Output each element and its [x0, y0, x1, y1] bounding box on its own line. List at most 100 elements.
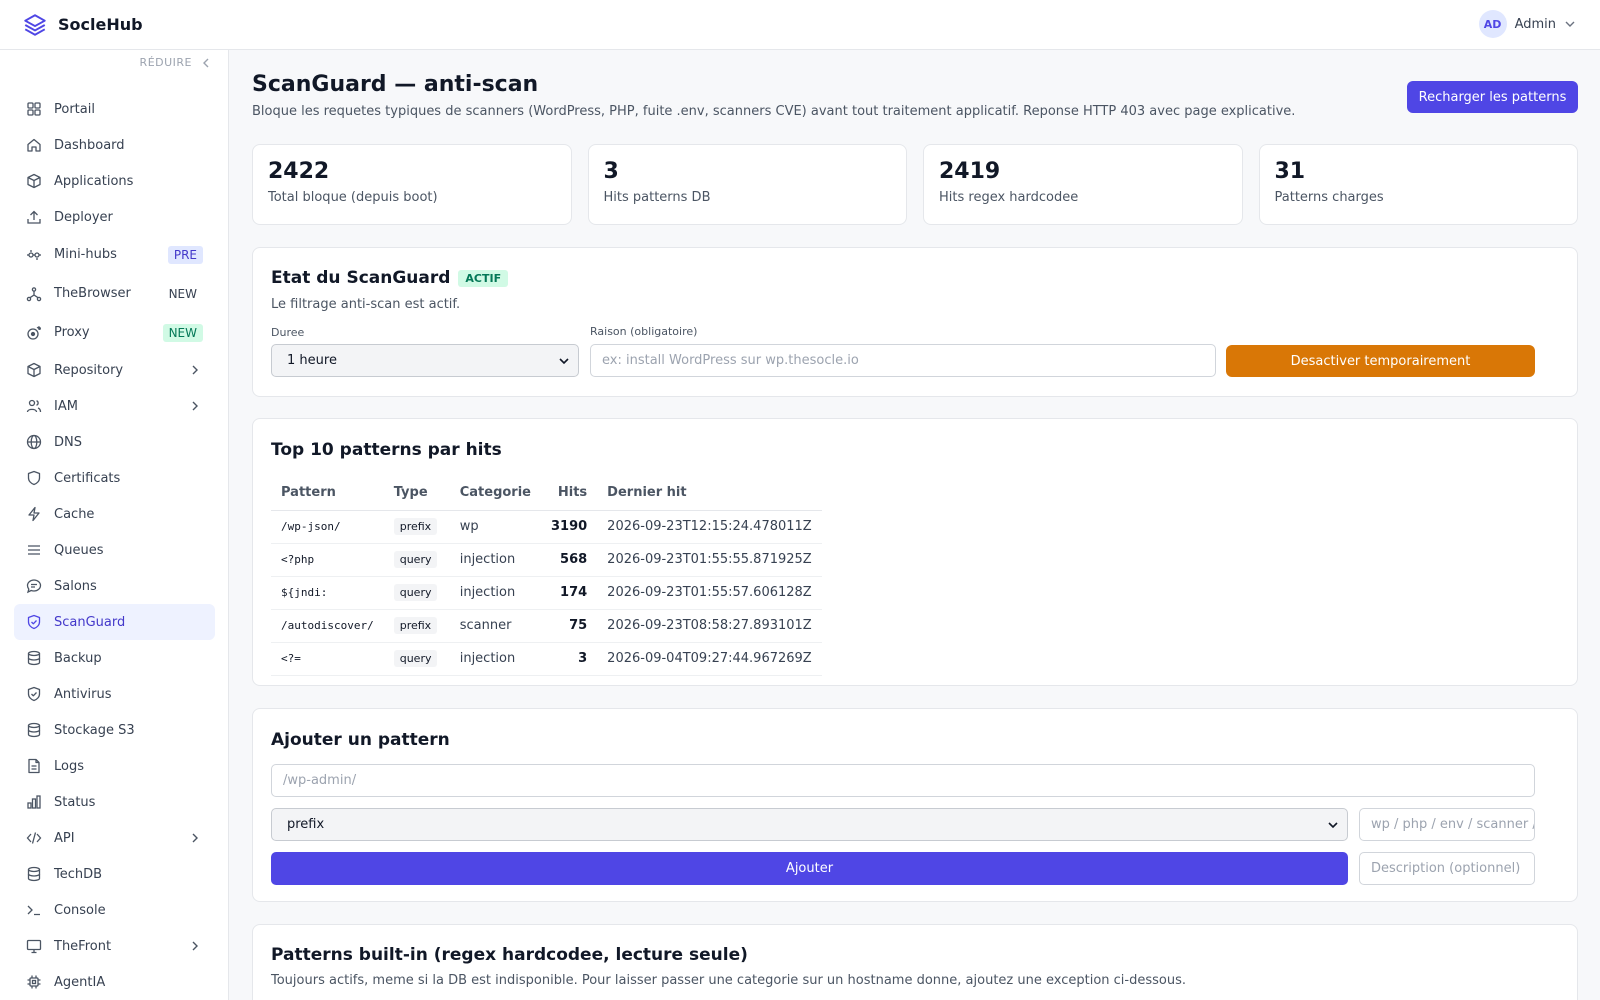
sidebar-item-certificats[interactable]: Certificats	[14, 460, 215, 496]
collapse-label: RÉDUIRE	[139, 56, 192, 69]
duration-label: Duree	[271, 326, 305, 339]
description-input[interactable]: Description (optionnel)	[1359, 852, 1535, 885]
collapse-sidebar-button[interactable]: RÉDUIRE	[140, 56, 212, 69]
sidebar-item-api[interactable]: API	[14, 820, 215, 856]
sidebar-item-label: DNS	[54, 434, 82, 450]
sidebar-item-label: Certificats	[54, 470, 121, 486]
sidebar-item-label: Proxy	[54, 325, 90, 340]
pattern-input[interactable]: /wp-admin/	[271, 764, 1535, 797]
last-hit-cell: 2026-09-04T09:27:44.967269Z	[597, 642, 822, 676]
sidebar-item-label: Mini-hubs	[54, 247, 117, 262]
sidebar-item-portail[interactable]: Portail	[14, 91, 215, 127]
database-icon	[27, 722, 41, 738]
add-pattern-button[interactable]: Ajouter	[271, 852, 1348, 885]
top-patterns-card: Top 10 patterns par hits Pattern Type Ca…	[252, 418, 1578, 686]
sidebar-item-deployer[interactable]: Deployer	[14, 199, 215, 235]
type-cell: query	[383, 543, 450, 577]
reason-input[interactable]: ex: install WordPress sur wp.thesocle.io	[590, 344, 1216, 377]
layers-logo-icon	[24, 13, 46, 36]
type-value: prefix	[287, 817, 325, 832]
stat-value: 3	[603, 159, 619, 184]
chat-icon	[26, 579, 42, 594]
sidebar-item-iam[interactable]: IAM	[14, 388, 215, 424]
sidebar-item-scanguard[interactable]: ScanGuard	[14, 604, 215, 640]
sidebar-item-label: Salons	[54, 578, 97, 594]
category-cell: injection	[449, 642, 541, 676]
type-pill: query	[393, 551, 438, 568]
type-cell: prefix	[383, 609, 450, 643]
chevron-right-icon	[192, 833, 198, 843]
sidebar-item-mini-hubs[interactable]: Mini-hubs PRE	[14, 235, 215, 274]
stat-label: Hits regex hardcodee	[939, 190, 1079, 205]
hits-cell: 75	[540, 609, 598, 643]
file-icon	[28, 758, 40, 774]
state-title-text: Etat du ScanGuard	[271, 268, 451, 288]
sidebar-item-repository[interactable]: Repository	[14, 352, 215, 388]
sidebar-item-backup[interactable]: Backup	[14, 640, 215, 676]
globe-icon	[26, 434, 42, 450]
sidebar-item-antivirus[interactable]: Antivirus	[14, 676, 215, 712]
type-select[interactable]: prefix	[271, 808, 1348, 841]
sidebar-item-queues[interactable]: Queues	[14, 532, 215, 568]
brand[interactable]: SocleHub	[22, 12, 143, 38]
column-header: Pattern	[271, 475, 384, 511]
user-menu[interactable]: AD Admin	[1478, 10, 1576, 38]
sidebar-item-label: API	[54, 830, 75, 846]
sidebar-item-thebrowser[interactable]: TheBrowser NEW	[14, 274, 215, 313]
sidebar-item-techdb[interactable]: TechDB	[14, 856, 215, 892]
stat-value: 31	[1274, 159, 1306, 184]
chevron-right-icon	[192, 401, 198, 411]
type-cell: prefix	[383, 510, 450, 544]
top-bar: SocleHub AD Admin	[0, 0, 1600, 50]
avatar: AD	[1478, 10, 1507, 38]
package-icon	[27, 362, 41, 378]
table-row: /autodiscover/ prefix scanner 75 2026-09…	[271, 609, 822, 643]
table-row: <?php query injection 568 2026-09-23T01:…	[271, 543, 822, 577]
sidebar-item-applications[interactable]: Applications	[14, 163, 215, 199]
sidebar-item-console[interactable]: Console	[14, 892, 215, 928]
stat-card-db-hits: 3 Hits patterns DB	[587, 144, 907, 225]
top-patterns-table: Pattern Type Categorie Hits Dernier hit …	[271, 475, 822, 676]
sidebar-item-agentia[interactable]: AgentIA	[14, 964, 215, 1000]
monitor-icon	[26, 939, 42, 954]
sidebar-item-stockage-s3[interactable]: Stockage S3	[14, 712, 215, 748]
sidebar-item-label: TheFront	[54, 938, 112, 954]
cpu-icon	[27, 975, 41, 989]
shield-icon	[27, 470, 41, 486]
sidebar-item-logs[interactable]: Logs	[14, 748, 215, 784]
sidebar-item-status[interactable]: Status	[14, 784, 215, 820]
shield-check-icon	[27, 686, 41, 702]
upload-icon	[27, 210, 41, 224]
home-icon	[27, 138, 41, 152]
menu-icon	[28, 545, 40, 555]
category-input[interactable]: wp / php / env / scanner / ...	[1359, 808, 1535, 841]
type-pill: prefix	[393, 518, 438, 535]
users-icon	[26, 399, 42, 413]
category-cell: injection	[449, 576, 541, 610]
sidebar-item-dashboard[interactable]: Dashboard	[14, 127, 215, 163]
sidebar-item-label: TheBrowser	[54, 286, 131, 301]
user-name: Admin	[1514, 16, 1556, 32]
sidebar-item-cache[interactable]: Cache	[14, 496, 215, 532]
pattern-cell: <?=	[271, 642, 384, 676]
column-header: Dernier hit	[597, 475, 822, 511]
radar-icon	[27, 325, 41, 340]
duration-select[interactable]: 1 heure	[271, 344, 579, 377]
sidebar-item-dns[interactable]: DNS	[14, 424, 215, 460]
disable-temporarily-button[interactable]: Desactiver temporairement	[1226, 345, 1535, 377]
sidebar-item-label: Status	[54, 794, 96, 810]
hits-cell: 174	[540, 576, 598, 610]
sidebar-item-thefront[interactable]: TheFront	[14, 928, 215, 964]
sidebar-item-label: Antivirus	[54, 686, 112, 702]
reload-patterns-button[interactable]: Recharger les patterns	[1407, 81, 1578, 113]
sidebar-item-label: Repository	[54, 362, 124, 378]
sidebar-item-label: Stockage S3	[54, 722, 135, 738]
sidebar-item-proxy[interactable]: Proxy NEW	[14, 313, 215, 352]
type-cell: query	[383, 642, 450, 676]
brand-name: SocleHub	[58, 15, 143, 34]
scanguard-state-card: Etat du ScanGuard ACTIF Le filtrage anti…	[252, 247, 1578, 397]
sidebar-item-salons[interactable]: Salons	[14, 568, 215, 604]
sidebar-nav: Portail Dashboard Applications Deployer …	[14, 91, 215, 1000]
stats-row: 2422 Total bloque (depuis boot) 3 Hits p…	[252, 144, 1578, 225]
type-pill: query	[393, 584, 438, 601]
